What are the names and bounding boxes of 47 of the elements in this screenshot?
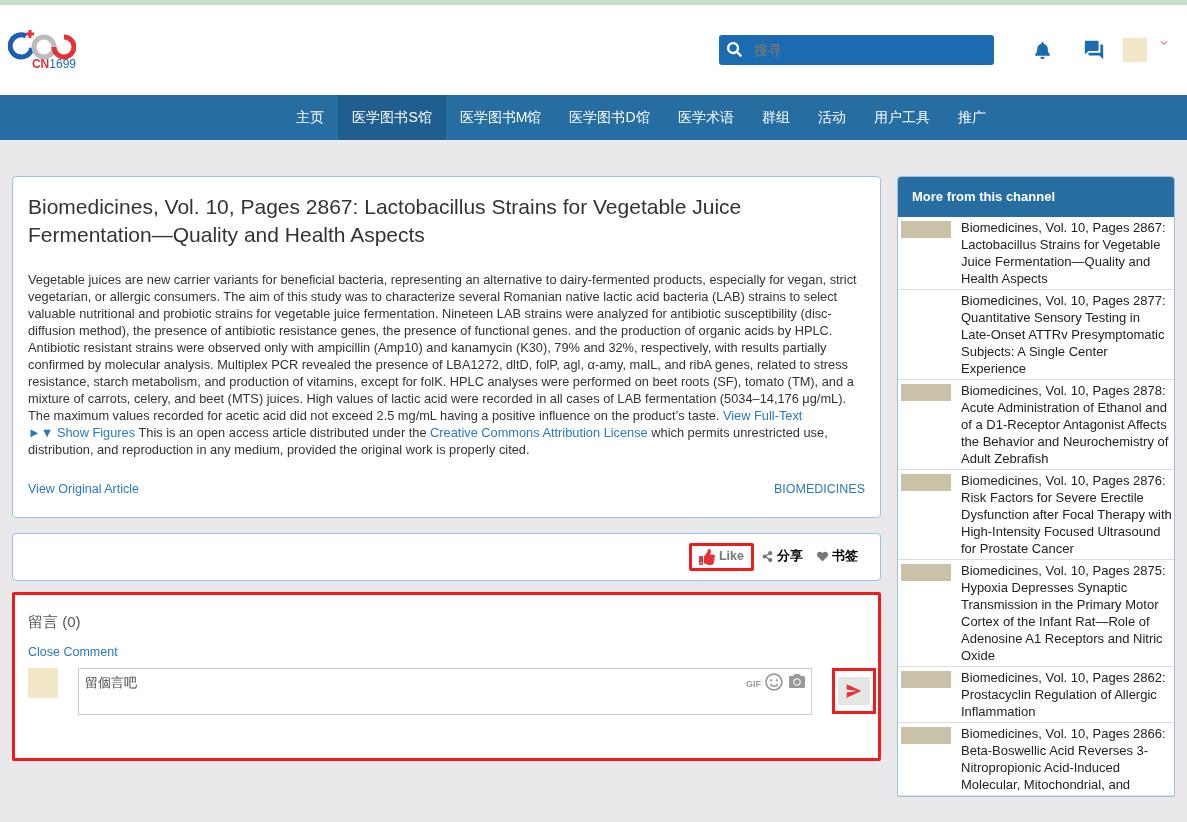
sidebar-title: More from this channel [898,177,1174,217]
sidebar-item[interactable]: Biomedicines, Vol. 10, Pages 2878: Acute Administration of Ethanol and of a D1-Receptor Antagonist Affects the Behavior and Neurochemistry of Adult Zebrafish [898,380,1174,470]
article-link[interactable]: Creative Commons Attribution License [430,425,648,440]
notification-bell-icon[interactable] [1034,41,1051,59]
comment-input[interactable]: 留個言吧 GIF [78,668,812,715]
search-field[interactable]: 搜寻 [719,35,994,65]
journal-link[interactable]: BIOMEDICINES [774,480,865,499]
nav-tab[interactable]: 主页 [282,95,339,140]
messages-icon[interactable] [1083,39,1105,61]
sidebar-item[interactable]: Biomedicines, Vol. 10, Pages 2862: Prostacyclin Regulation of Allergic Inflammation [898,667,1174,723]
nav-tab[interactable]: 医学图书S馆 [338,95,446,140]
share-button[interactable]: 分享 [762,547,803,567]
search-icon [727,42,742,57]
emoji-icon[interactable] [765,673,783,691]
dropdown-caret-icon[interactable] [1159,38,1169,48]
logo[interactable]: CN1699 [6,30,76,70]
nav-tab[interactable]: 用户工具 [859,95,944,140]
sidebar-item[interactable]: Biomedicines, Vol. 10, Pages 2867: Lactobacillus Strains for Vegetable Juice Fermentation—Quality and Health Aspects [898,217,1174,290]
like-button[interactable]: Like [689,542,754,571]
thumbs-up-icon [699,548,715,565]
sidebar-item[interactable]: Biomedicines, Vol. 10, Pages 2866: Beta-Boswellic Acid Reverses 3-Nitropropionic Acid-Induced Molecular, Mitochondrial, and [898,723,1174,796]
article-link[interactable]: ►▼ Show Figures [28,425,136,440]
nav-tab[interactable]: 医学术语 [663,95,748,140]
nav-tab[interactable]: 群组 [747,95,804,140]
gif-button[interactable]: GIF [746,678,761,692]
send-button[interactable] [832,668,876,714]
view-original-link[interactable]: View Original Article [28,480,139,499]
logo-icon [8,30,76,60]
sidebar-item[interactable]: Biomedicines, Vol. 10, Pages 2875: Hypoxia Depresses Synaptic Transmission in the Primary Motor Cortex of the Infant Rat—Role of Adenosine A1 Receptors and Nitric Oxide [898,560,1174,667]
nav-tab[interactable]: 活动 [803,95,860,140]
comments-title: 留言 (0) [28,611,82,632]
camera-icon[interactable] [789,673,805,689]
logo-text: CN1699 [31,58,76,70]
heart-icon [817,551,828,563]
nav-tab[interactable]: 医学图书D馆 [555,95,664,140]
sidebar-item[interactable]: Biomedicines, Vol. 10, Pages 2876: Risk Factors for Severe Erectile Dysfunction after Focal Therapy with High-Intensity Focused Ultrasound for Prostate Cancer [898,470,1174,560]
sidebar-item[interactable]: Biomedicines, Vol. 10, Pages 2877: Quantitative Sensory Testing in Late-Onset ATTRv Presymptomatic Subjects: A Single Center Experience [898,290,1174,380]
article-title: Biomedicines, Vol. 10, Pages 2867: Lactobacillus Strains for Vegetable Juice Fermentation—Quality and Health Aspects [28,194,743,248]
article-abstract: Vegetable juices are new carrier variants for beneficial bacteria, representing an alternative to dairy-fermented products, especially for vegan, strict vegetarian, or allergic consumers. The aim of this study was to characterize several Romanian native lactic acid bacteria (LAB) strains to select valuable nutritional and probiotic strains for vegetable juice fermentation. Nineteen LAB strains were analyzed for antibiotic susceptibility (disc-diffusion method), the presence of antibiotic resistance genes, the presence of functional genes. and the production of organic acids by HPLC. Antibiotic resistant strains were observed only with ampicillin (Amp10) and kanamycin (K30), 79% and 32%, respectively, with results partially confirmed by molecular analysis. Multiplex PCR revealed the presence of LBA1272, dltD, folP, agl, α-amy, malL, and ribA genes, related to stress resistance, starch metabolism, and production of vitamins, except for folK. HPLC analyses were performed on beet roots (SF), tomato (TM), and a mixture of carrots, celery, and beet (MTS) juices. High values of lactic acid were recorded in all cases of LAB fermentation (5034–14,176 μg/mL). The maximum values recorded for acetic acid did not exceed 2.5 mg/mL having a positive influence on the product’s taste. View Full-Text ►▼ Show Figures This is an open access article distributed under the Creative Commons Attribution License which permits unrestricted use, distribution, and reproduction in any medium, provided the original work is properly cited. [28,271,858,458]
nav-tab[interactable]: 医学图书M馆 [445,95,556,140]
article-link[interactable]: View Full-Text [722,408,803,423]
avatar-image [28,668,58,698]
share-icon [762,551,773,563]
send-icon [845,682,863,700]
bookmark-button[interactable]: 书签 [817,547,858,567]
nav-tab[interactable]: 推广 [943,95,1000,140]
close-comment-link[interactable]: Close Comment [28,643,865,662]
